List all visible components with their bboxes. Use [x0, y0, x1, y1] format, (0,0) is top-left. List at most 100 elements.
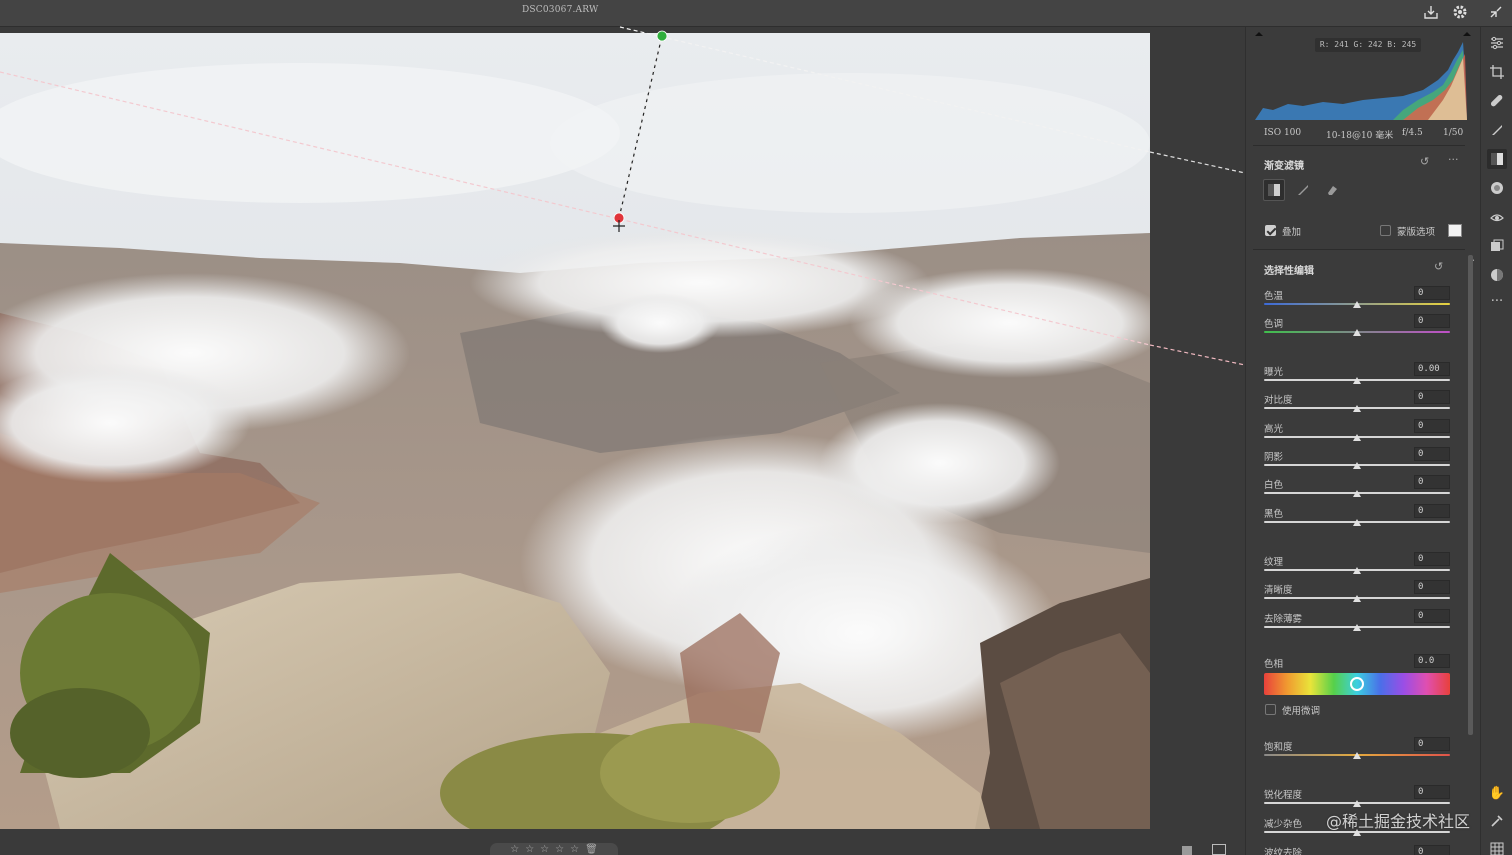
slider-thumb[interactable] [1353, 800, 1361, 807]
slider-value-field[interactable]: 0 [1414, 504, 1450, 518]
brush-tool-icon[interactable] [1292, 179, 1314, 201]
collapse-icon[interactable] [1487, 3, 1507, 23]
slider-thumb[interactable] [1353, 624, 1361, 631]
eyedropper-icon[interactable] [1487, 811, 1507, 831]
slider-temperature[interactable]: 色温 0 [1264, 286, 1450, 314]
slider-thumb[interactable] [1353, 377, 1361, 384]
slider-blacks[interactable]: 黑色 0 [1264, 504, 1450, 532]
red-eye-icon[interactable] [1487, 207, 1507, 227]
hue-knob[interactable] [1350, 677, 1364, 691]
slider-clarity[interactable]: 清晰度 0 [1264, 580, 1450, 608]
view-single-icon[interactable] [1182, 846, 1192, 855]
slider-texture[interactable]: 纹理 0 [1264, 552, 1450, 580]
slider-highlights[interactable]: 高光 0 [1264, 419, 1450, 447]
slider-value-field[interactable]: 0 [1414, 475, 1450, 489]
mask-color-swatch[interactable] [1448, 224, 1462, 237]
slider-label: 去除薄雾 [1264, 614, 1303, 625]
slider-thumb[interactable] [1353, 405, 1361, 412]
slider-whites[interactable]: 白色 0 [1264, 475, 1450, 503]
slider-dehaze[interactable]: 去除薄雾 0 [1264, 609, 1450, 637]
slider-thumb[interactable] [1353, 329, 1361, 336]
more-options-icon[interactable]: ··· [1448, 153, 1459, 166]
overlay-checkbox[interactable] [1265, 225, 1276, 236]
slider-label: 清晰度 [1264, 585, 1293, 596]
title-bar: DSC03067.ARW [0, 0, 1512, 27]
slider-value-field[interactable]: 0 [1414, 447, 1450, 461]
slider-shadows[interactable]: 阴影 0 [1264, 447, 1450, 475]
highlight-clipping-icon [1463, 32, 1471, 36]
slider-label: 纹理 [1264, 557, 1284, 568]
eraser-tool-icon[interactable] [1321, 179, 1343, 201]
slider-tint[interactable]: 色调 0 [1264, 314, 1450, 342]
overlay-label: 叠加 [1282, 227, 1302, 238]
slider-thumb[interactable] [1353, 490, 1361, 497]
divider [1253, 145, 1465, 146]
slider-value-field[interactable]: 0 [1414, 609, 1450, 623]
slider-contrast[interactable]: 对比度 0 [1264, 390, 1450, 418]
trash-icon[interactable]: 🗑 [585, 845, 598, 855]
slider-value-field[interactable]: 0 [1414, 286, 1450, 300]
slider-value-field[interactable]: 0.00 [1414, 362, 1450, 376]
star-rating[interactable]: ☆ ☆ ☆ ☆ ☆ 🗑 [490, 843, 618, 855]
slider-thumb[interactable] [1353, 462, 1361, 469]
star-icon[interactable]: ☆ [510, 845, 519, 855]
slider-moire[interactable]: 波纹去除 0 [1264, 845, 1450, 855]
star-icon[interactable]: ☆ [525, 845, 534, 855]
image-canvas[interactable] [0, 33, 1150, 829]
gradient-tool-icon[interactable] [1263, 179, 1285, 201]
star-icon[interactable]: ☆ [555, 845, 564, 855]
slider-thumb[interactable] [1353, 434, 1361, 441]
star-icon[interactable]: ☆ [570, 845, 579, 855]
slider-value-field[interactable]: 0 [1414, 845, 1450, 855]
slider-value-field[interactable]: 0 [1414, 552, 1450, 566]
slider-thumb[interactable] [1353, 595, 1361, 602]
gear-icon[interactable] [1451, 3, 1471, 23]
presets-icon[interactable] [1487, 265, 1507, 285]
hue-value-field[interactable]: 0.0 [1414, 654, 1450, 668]
slider-value-field[interactable]: 0 [1414, 737, 1450, 751]
slider-value-field[interactable]: 0 [1414, 580, 1450, 594]
slider-thumb[interactable] [1353, 301, 1361, 308]
crop-icon[interactable] [1487, 62, 1507, 82]
slider-label: 饱和度 [1264, 742, 1293, 753]
slider-value-field[interactable]: 0 [1414, 419, 1450, 433]
slider-label: 波纹去除 [1264, 848, 1303, 855]
more-tools-icon[interactable]: ··· [1487, 291, 1507, 311]
star-icon[interactable]: ☆ [540, 845, 549, 855]
reset-icon[interactable]: ↺ [1420, 155, 1429, 168]
slider-value-field[interactable]: 0 [1414, 785, 1450, 799]
hue-color-bar[interactable] [1264, 673, 1450, 695]
edit-sliders-icon[interactable] [1487, 33, 1507, 53]
lens-value: 10-18@10 毫米 [1326, 131, 1394, 141]
bottom-bar [0, 829, 1245, 855]
hand-tool-icon[interactable]: ✋ [1487, 783, 1507, 803]
fine-adjust-checkbox[interactable] [1265, 704, 1276, 715]
slider-value-field[interactable]: 0 [1414, 314, 1450, 328]
radial-filter-icon[interactable] [1487, 178, 1507, 198]
save-icon[interactable] [1422, 3, 1442, 23]
grid-overlay-icon[interactable] [1487, 839, 1507, 855]
mask-options-label: 蒙版选项 [1397, 227, 1436, 238]
reset-icon[interactable]: ↺ [1434, 260, 1443, 273]
healing-icon[interactable] [1487, 91, 1507, 111]
slider-exposure[interactable]: 曝光 0.00 [1264, 362, 1450, 390]
slider-value-field[interactable]: 0 [1414, 390, 1450, 404]
slider-label: 白色 [1264, 480, 1284, 491]
compare-view-icon[interactable] [1212, 844, 1226, 855]
aperture-value: f/4.5 [1402, 128, 1423, 138]
snapshots-icon[interactable] [1487, 236, 1507, 256]
gradient-filter-icon[interactable] [1487, 149, 1507, 169]
camera-info: ISO 100 10-18@10 毫米 f/4.5 1/50 [1246, 125, 1474, 143]
slider-thumb[interactable] [1353, 519, 1361, 526]
brush-icon[interactable] [1487, 120, 1507, 140]
mask-options-checkbox[interactable] [1380, 225, 1391, 236]
slider-thumb[interactable] [1353, 752, 1361, 759]
slider-label: 高光 [1264, 424, 1284, 435]
iso-value: ISO 100 [1264, 128, 1302, 138]
hue-label: 色相 [1264, 659, 1284, 670]
hue-control[interactable]: 色相 0.0 [1264, 654, 1450, 672]
panel-scrollbar[interactable] [1468, 255, 1473, 735]
slider-thumb[interactable] [1353, 567, 1361, 574]
slider-saturation[interactable]: 饱和度 0 [1264, 737, 1450, 765]
shadow-clipping-icon [1255, 32, 1263, 36]
